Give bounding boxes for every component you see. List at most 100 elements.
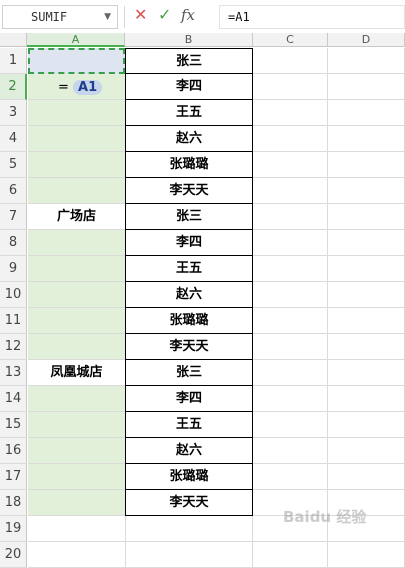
cell-c11[interactable] — [253, 308, 328, 334]
cell-a9[interactable] — [28, 256, 126, 282]
row-header-12[interactable]: 12 — [0, 334, 27, 360]
cell-b20[interactable] — [125, 542, 253, 568]
cell-b12[interactable]: 李天天 — [125, 334, 253, 360]
cell-b11[interactable]: 张璐璐 — [125, 308, 253, 334]
cell-b17[interactable]: 张璐璐 — [125, 464, 253, 490]
cell-a15[interactable] — [28, 412, 126, 438]
cell-b6[interactable]: 李天天 — [125, 178, 253, 204]
row-header-9[interactable]: 9 — [0, 256, 27, 282]
row-header-17[interactable]: 17 — [0, 464, 27, 490]
cell-a8[interactable] — [28, 230, 126, 256]
cell-a5[interactable] — [28, 152, 126, 178]
cell-c14[interactable] — [253, 386, 328, 412]
cell-c13[interactable] — [253, 360, 328, 386]
cell-c5[interactable] — [253, 152, 328, 178]
cell-d1[interactable] — [328, 48, 405, 74]
cell-a6[interactable] — [28, 178, 126, 204]
row-header-6[interactable]: 6 — [0, 178, 27, 204]
cell-a20[interactable] — [28, 542, 126, 568]
cell-b9[interactable]: 王五 — [125, 256, 253, 282]
cell-a4[interactable] — [28, 126, 126, 152]
insert-function-icon[interactable]: fx — [181, 6, 195, 24]
column-header-a[interactable]: A — [27, 33, 125, 47]
cell-d12[interactable] — [328, 334, 405, 360]
row-header-8[interactable]: 8 — [0, 230, 27, 256]
column-header-c[interactable]: C — [253, 33, 328, 47]
cell-a19[interactable] — [28, 516, 126, 542]
column-header-b[interactable]: B — [125, 33, 253, 47]
cell-b18[interactable]: 李天天 — [125, 490, 253, 516]
name-box[interactable]: SUMIF ▼ — [2, 5, 118, 29]
cell-b5[interactable]: 张璐璐 — [125, 152, 253, 178]
cell-d11[interactable] — [328, 308, 405, 334]
chevron-down-icon[interactable]: ▼ — [104, 12, 111, 22]
cell-d7[interactable] — [328, 204, 405, 230]
cell-b14[interactable]: 李四 — [125, 386, 253, 412]
cell-d5[interactable] — [328, 152, 405, 178]
row-header-3[interactable]: 3 — [0, 100, 27, 126]
cell-d4[interactable] — [328, 126, 405, 152]
cell-c8[interactable] — [253, 230, 328, 256]
cell-c16[interactable] — [253, 438, 328, 464]
cancel-icon[interactable]: ✕ — [134, 5, 147, 24]
cell-a16[interactable] — [28, 438, 126, 464]
cell-a3[interactable] — [28, 100, 126, 126]
cell-a17[interactable] — [28, 464, 126, 490]
row-header-2[interactable]: 2 — [0, 74, 27, 100]
cell-d2[interactable] — [328, 74, 405, 100]
column-header-d[interactable]: D — [328, 33, 405, 47]
cell-c20[interactable] — [253, 542, 328, 568]
cell-d20[interactable] — [328, 542, 405, 568]
cell-a10[interactable] — [28, 282, 126, 308]
cell-d6[interactable] — [328, 178, 405, 204]
cell-b7[interactable]: 张三 — [125, 204, 253, 230]
cell-c17[interactable] — [253, 464, 328, 490]
cell-d17[interactable] — [328, 464, 405, 490]
cell-b3[interactable]: 王五 — [125, 100, 253, 126]
row-header-13[interactable]: 13 — [0, 360, 27, 386]
cell-c6[interactable] — [253, 178, 328, 204]
cell-d16[interactable] — [328, 438, 405, 464]
cell-b10[interactable]: 赵六 — [125, 282, 253, 308]
row-header-4[interactable]: 4 — [0, 126, 27, 152]
cell-b1[interactable]: 张三 — [125, 48, 253, 74]
row-header-7[interactable]: 7 — [0, 204, 27, 230]
cell-b19[interactable] — [125, 516, 253, 542]
cell-a11[interactable] — [28, 308, 126, 334]
formula-input[interactable]: =A1 — [219, 5, 405, 29]
row-header-20[interactable]: 20 — [0, 542, 27, 568]
row-header-11[interactable]: 11 — [0, 308, 27, 334]
row-header-5[interactable]: 5 — [0, 152, 27, 178]
row-header-19[interactable]: 19 — [0, 516, 27, 542]
a2-editing-formula[interactable]: = A1 — [58, 80, 103, 95]
cell-a7[interactable]: 广场店 — [28, 204, 126, 230]
cell-d8[interactable] — [328, 230, 405, 256]
row-header-14[interactable]: 14 — [0, 386, 27, 412]
row-header-18[interactable]: 18 — [0, 490, 27, 516]
cell-d13[interactable] — [328, 360, 405, 386]
cell-b4[interactable]: 赵六 — [125, 126, 253, 152]
cell-d9[interactable] — [328, 256, 405, 282]
cell-b16[interactable]: 赵六 — [125, 438, 253, 464]
cell-a18[interactable] — [28, 490, 126, 516]
cell-a13[interactable]: 凤凰城店 — [28, 360, 126, 386]
select-all-corner[interactable] — [0, 33, 27, 47]
cell-c3[interactable] — [253, 100, 328, 126]
cell-c9[interactable] — [253, 256, 328, 282]
enter-icon[interactable]: ✓ — [158, 5, 171, 24]
cell-c1[interactable] — [253, 48, 328, 74]
cell-b15[interactable]: 王五 — [125, 412, 253, 438]
cell-c12[interactable] — [253, 334, 328, 360]
cell-c4[interactable] — [253, 126, 328, 152]
cell-c7[interactable] — [253, 204, 328, 230]
cell-c2[interactable] — [253, 74, 328, 100]
row-header-15[interactable]: 15 — [0, 412, 27, 438]
cell-d10[interactable] — [328, 282, 405, 308]
cell-d15[interactable] — [328, 412, 405, 438]
row-header-10[interactable]: 10 — [0, 282, 27, 308]
cell-a14[interactable] — [28, 386, 126, 412]
cell-b8[interactable]: 李四 — [125, 230, 253, 256]
cell-d14[interactable] — [328, 386, 405, 412]
cell-c10[interactable] — [253, 282, 328, 308]
row-header-16[interactable]: 16 — [0, 438, 27, 464]
